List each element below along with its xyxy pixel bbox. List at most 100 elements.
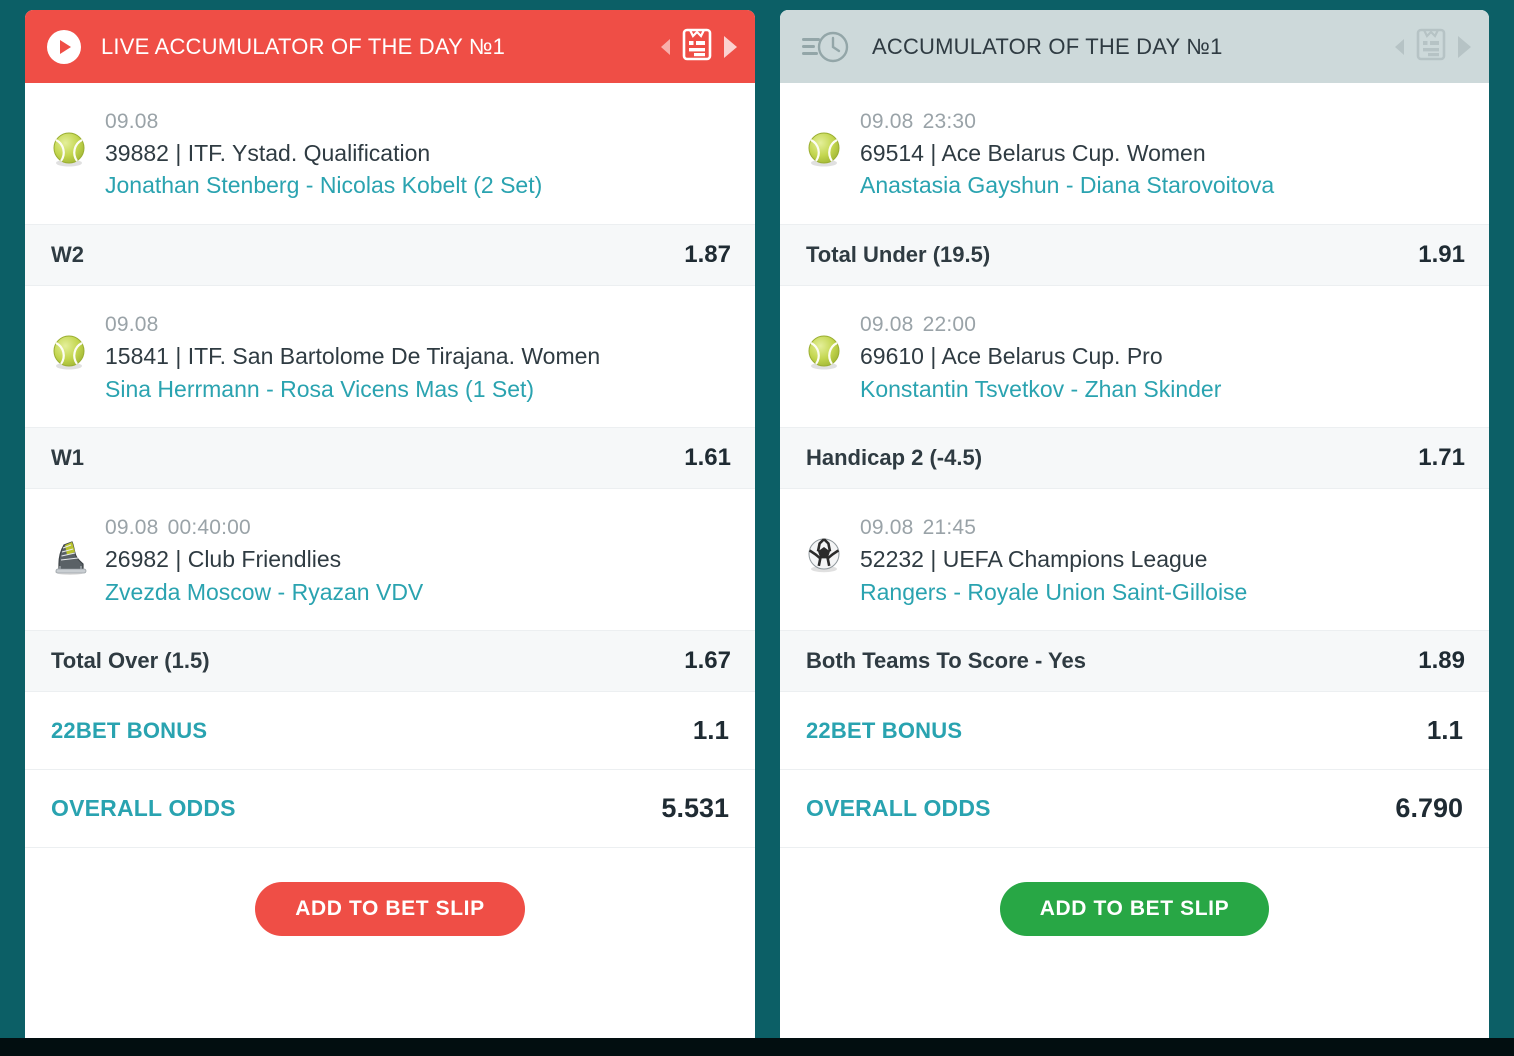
add-to-bet-slip-button[interactable]: ADD TO BET SLIP xyxy=(255,882,525,937)
event-date: 09.08 xyxy=(105,110,159,133)
event-row[interactable]: 09.08 23:30 69514 | Ace Belarus Cup. Wome… xyxy=(780,83,1489,225)
overall-odds-row: OVERALL ODDS 6.790 xyxy=(780,770,1489,849)
event-league: 69610 | Ace Belarus Cup. Pro xyxy=(860,342,1163,369)
ice-hockey-skate-icon xyxy=(47,533,93,579)
event-details: 09.08 15841 | ITF. San Bartolome De Tira… xyxy=(105,310,735,405)
prev-arrow-icon[interactable] xyxy=(1395,38,1404,55)
cta-container: ADD TO BET SLIP xyxy=(780,848,1489,1046)
event-row[interactable]: 09.08 39882 | ITF. Ystad. Qualification … xyxy=(25,83,755,225)
overall-odds-label: OVERALL ODDS xyxy=(51,795,236,822)
bet-name: W1 xyxy=(51,445,84,471)
bet-slip-icon[interactable] xyxy=(1416,27,1446,66)
bet-row[interactable]: W2 1.87 xyxy=(25,224,755,287)
bet-odd: 1.71 xyxy=(1418,444,1465,472)
play-circle-icon xyxy=(47,29,81,64)
bet-row[interactable]: Handicap 2 (-4.5) 1.71 xyxy=(780,427,1489,490)
live-accumulator-panel: LIVE ACCUMULATOR OF THE DAY №1 09.08 398… xyxy=(25,10,755,1046)
accumulator-header: ACCUMULATOR OF THE DAY №1 xyxy=(780,10,1489,83)
bet-odd: 1.87 xyxy=(684,241,731,269)
event-row[interactable]: 09.08 21:45 52232 | UEFA Champions League… xyxy=(780,489,1489,631)
live-accumulator-title: LIVE ACCUMULATOR OF THE DAY №1 xyxy=(101,33,506,59)
event-datetime: 09.08 xyxy=(105,110,168,133)
event-time: 22:00 xyxy=(922,313,977,337)
cta-container: ADD TO BET SLIP xyxy=(25,848,755,1046)
accumulator-panel: ACCUMULATOR OF THE DAY №1 09.08 23:30 69… xyxy=(780,10,1489,1046)
bet-odd: 1.89 xyxy=(1418,647,1465,675)
bonus-value: 1.1 xyxy=(692,715,729,746)
event-teams[interactable]: Anastasia Gayshun - Diana Starovoitova xyxy=(860,169,1469,202)
accumulator-header-nav xyxy=(1395,27,1471,66)
bet-odd: 1.67 xyxy=(684,647,731,675)
next-arrow-icon[interactable] xyxy=(1458,35,1471,58)
event-teams[interactable]: Zvezda Moscow - Ryazan VDV xyxy=(105,576,735,609)
bet-name: Total Over (1.5) xyxy=(51,648,210,674)
tennis-ball-icon xyxy=(802,127,848,173)
bet-name: W2 xyxy=(51,242,84,268)
bet-odd: 1.61 xyxy=(684,444,731,472)
tennis-ball-icon xyxy=(47,127,93,173)
event-teams[interactable]: Jonathan Stenberg - Nicolas Kobelt (2 Se… xyxy=(105,169,735,202)
bonus-label: 22BET BONUS xyxy=(806,717,963,743)
accumulator-body: 09.08 23:30 69514 | Ace Belarus Cup. Wome… xyxy=(780,83,1489,1046)
event-details: 09.08 23:30 69514 | Ace Belarus Cup. Wome… xyxy=(860,107,1469,202)
overall-odds-value: 5.531 xyxy=(661,793,729,824)
event-row[interactable]: 09.08 00:40:00 26982 | Club Friendlies Zv… xyxy=(25,489,755,631)
accumulator-panels: LIVE ACCUMULATOR OF THE DAY №1 09.08 398… xyxy=(25,10,1489,1046)
prev-arrow-icon[interactable] xyxy=(661,38,670,55)
event-details: 09.08 00:40:00 26982 | Club Friendlies Zv… xyxy=(105,513,735,608)
event-datetime: 09.08 23:30 xyxy=(860,110,976,133)
bet-slip-icon[interactable] xyxy=(682,27,712,66)
live-accumulator-body: 09.08 39882 | ITF. Ystad. Qualification … xyxy=(25,83,755,1046)
event-date: 09.08 xyxy=(860,313,914,337)
bet-name: Total Under (19.5) xyxy=(806,242,991,268)
event-details: 09.08 21:45 52232 | UEFA Champions League… xyxy=(860,513,1469,608)
event-teams[interactable]: Sina Herrmann - Rosa Vicens Mas (1 Set) xyxy=(105,373,735,406)
live-header-nav xyxy=(661,27,737,66)
bet-row[interactable]: Both Teams To Score - Yes 1.89 xyxy=(780,630,1489,693)
bet-row[interactable]: Total Over (1.5) 1.67 xyxy=(25,630,755,693)
bet-name: Both Teams To Score - Yes xyxy=(806,648,1086,674)
event-datetime: 09.08 00:40:00 xyxy=(105,516,251,539)
tennis-ball-icon xyxy=(47,330,93,376)
page-root: LIVE ACCUMULATOR OF THE DAY №1 09.08 398… xyxy=(0,0,1514,1056)
event-date: 09.08 xyxy=(105,313,159,337)
accumulator-title: ACCUMULATOR OF THE DAY №1 xyxy=(872,33,1223,59)
overall-odds-row: OVERALL ODDS 5.531 xyxy=(25,770,755,849)
bonus-row: 22BET BONUS 1.1 xyxy=(780,692,1489,771)
bet-row[interactable]: W1 1.61 xyxy=(25,427,755,490)
overall-odds-value: 6.790 xyxy=(1395,793,1463,824)
add-to-bet-slip-button[interactable]: ADD TO BET SLIP xyxy=(999,882,1270,937)
bonus-value: 1.1 xyxy=(1426,715,1463,746)
bet-name: Handicap 2 (-4.5) xyxy=(806,445,983,471)
event-row[interactable]: 09.08 22:00 69610 | Ace Belarus Cup. Pro … xyxy=(780,286,1489,428)
soccer-ball-icon xyxy=(802,533,848,579)
live-accumulator-header: LIVE ACCUMULATOR OF THE DAY №1 xyxy=(25,10,755,83)
bonus-label: 22BET BONUS xyxy=(51,717,208,743)
event-datetime: 09.08 21:45 xyxy=(860,516,976,539)
tennis-ball-icon xyxy=(802,330,848,376)
event-league: 26982 | Club Friendlies xyxy=(105,546,342,573)
bottom-bar xyxy=(0,1038,1514,1056)
bonus-row: 22BET BONUS 1.1 xyxy=(25,692,755,771)
event-league: 15841 | ITF. San Bartolome De Tirajana. … xyxy=(105,342,601,369)
event-datetime: 09.08 22:00 xyxy=(860,313,976,336)
event-league: 69514 | Ace Belarus Cup. Women xyxy=(860,139,1206,166)
event-teams[interactable]: Rangers - Royale Union Saint-Gilloise xyxy=(860,576,1469,609)
overall-odds-label: OVERALL ODDS xyxy=(806,795,991,822)
event-details: 09.08 39882 | ITF. Ystad. Qualification … xyxy=(105,107,735,202)
event-league: 39882 | ITF. Ystad. Qualification xyxy=(105,139,431,166)
event-datetime: 09.08 xyxy=(105,313,168,336)
next-arrow-icon[interactable] xyxy=(724,35,737,58)
event-time: 23:30 xyxy=(922,110,977,133)
event-details: 09.08 22:00 69610 | Ace Belarus Cup. Pro … xyxy=(860,310,1469,405)
bet-odd: 1.91 xyxy=(1418,241,1465,269)
bet-row[interactable]: Total Under (19.5) 1.91 xyxy=(780,224,1489,287)
event-time: 21:45 xyxy=(922,516,977,540)
event-date: 09.08 xyxy=(860,516,914,540)
event-row[interactable]: 09.08 15841 | ITF. San Bartolome De Tira… xyxy=(25,286,755,428)
clock-icon xyxy=(802,28,852,66)
event-date: 09.08 xyxy=(105,516,159,540)
event-time: 00:40:00 xyxy=(167,516,251,540)
event-teams[interactable]: Konstantin Tsvetkov - Zhan Skinder xyxy=(860,373,1469,406)
event-date: 09.08 xyxy=(860,110,914,133)
